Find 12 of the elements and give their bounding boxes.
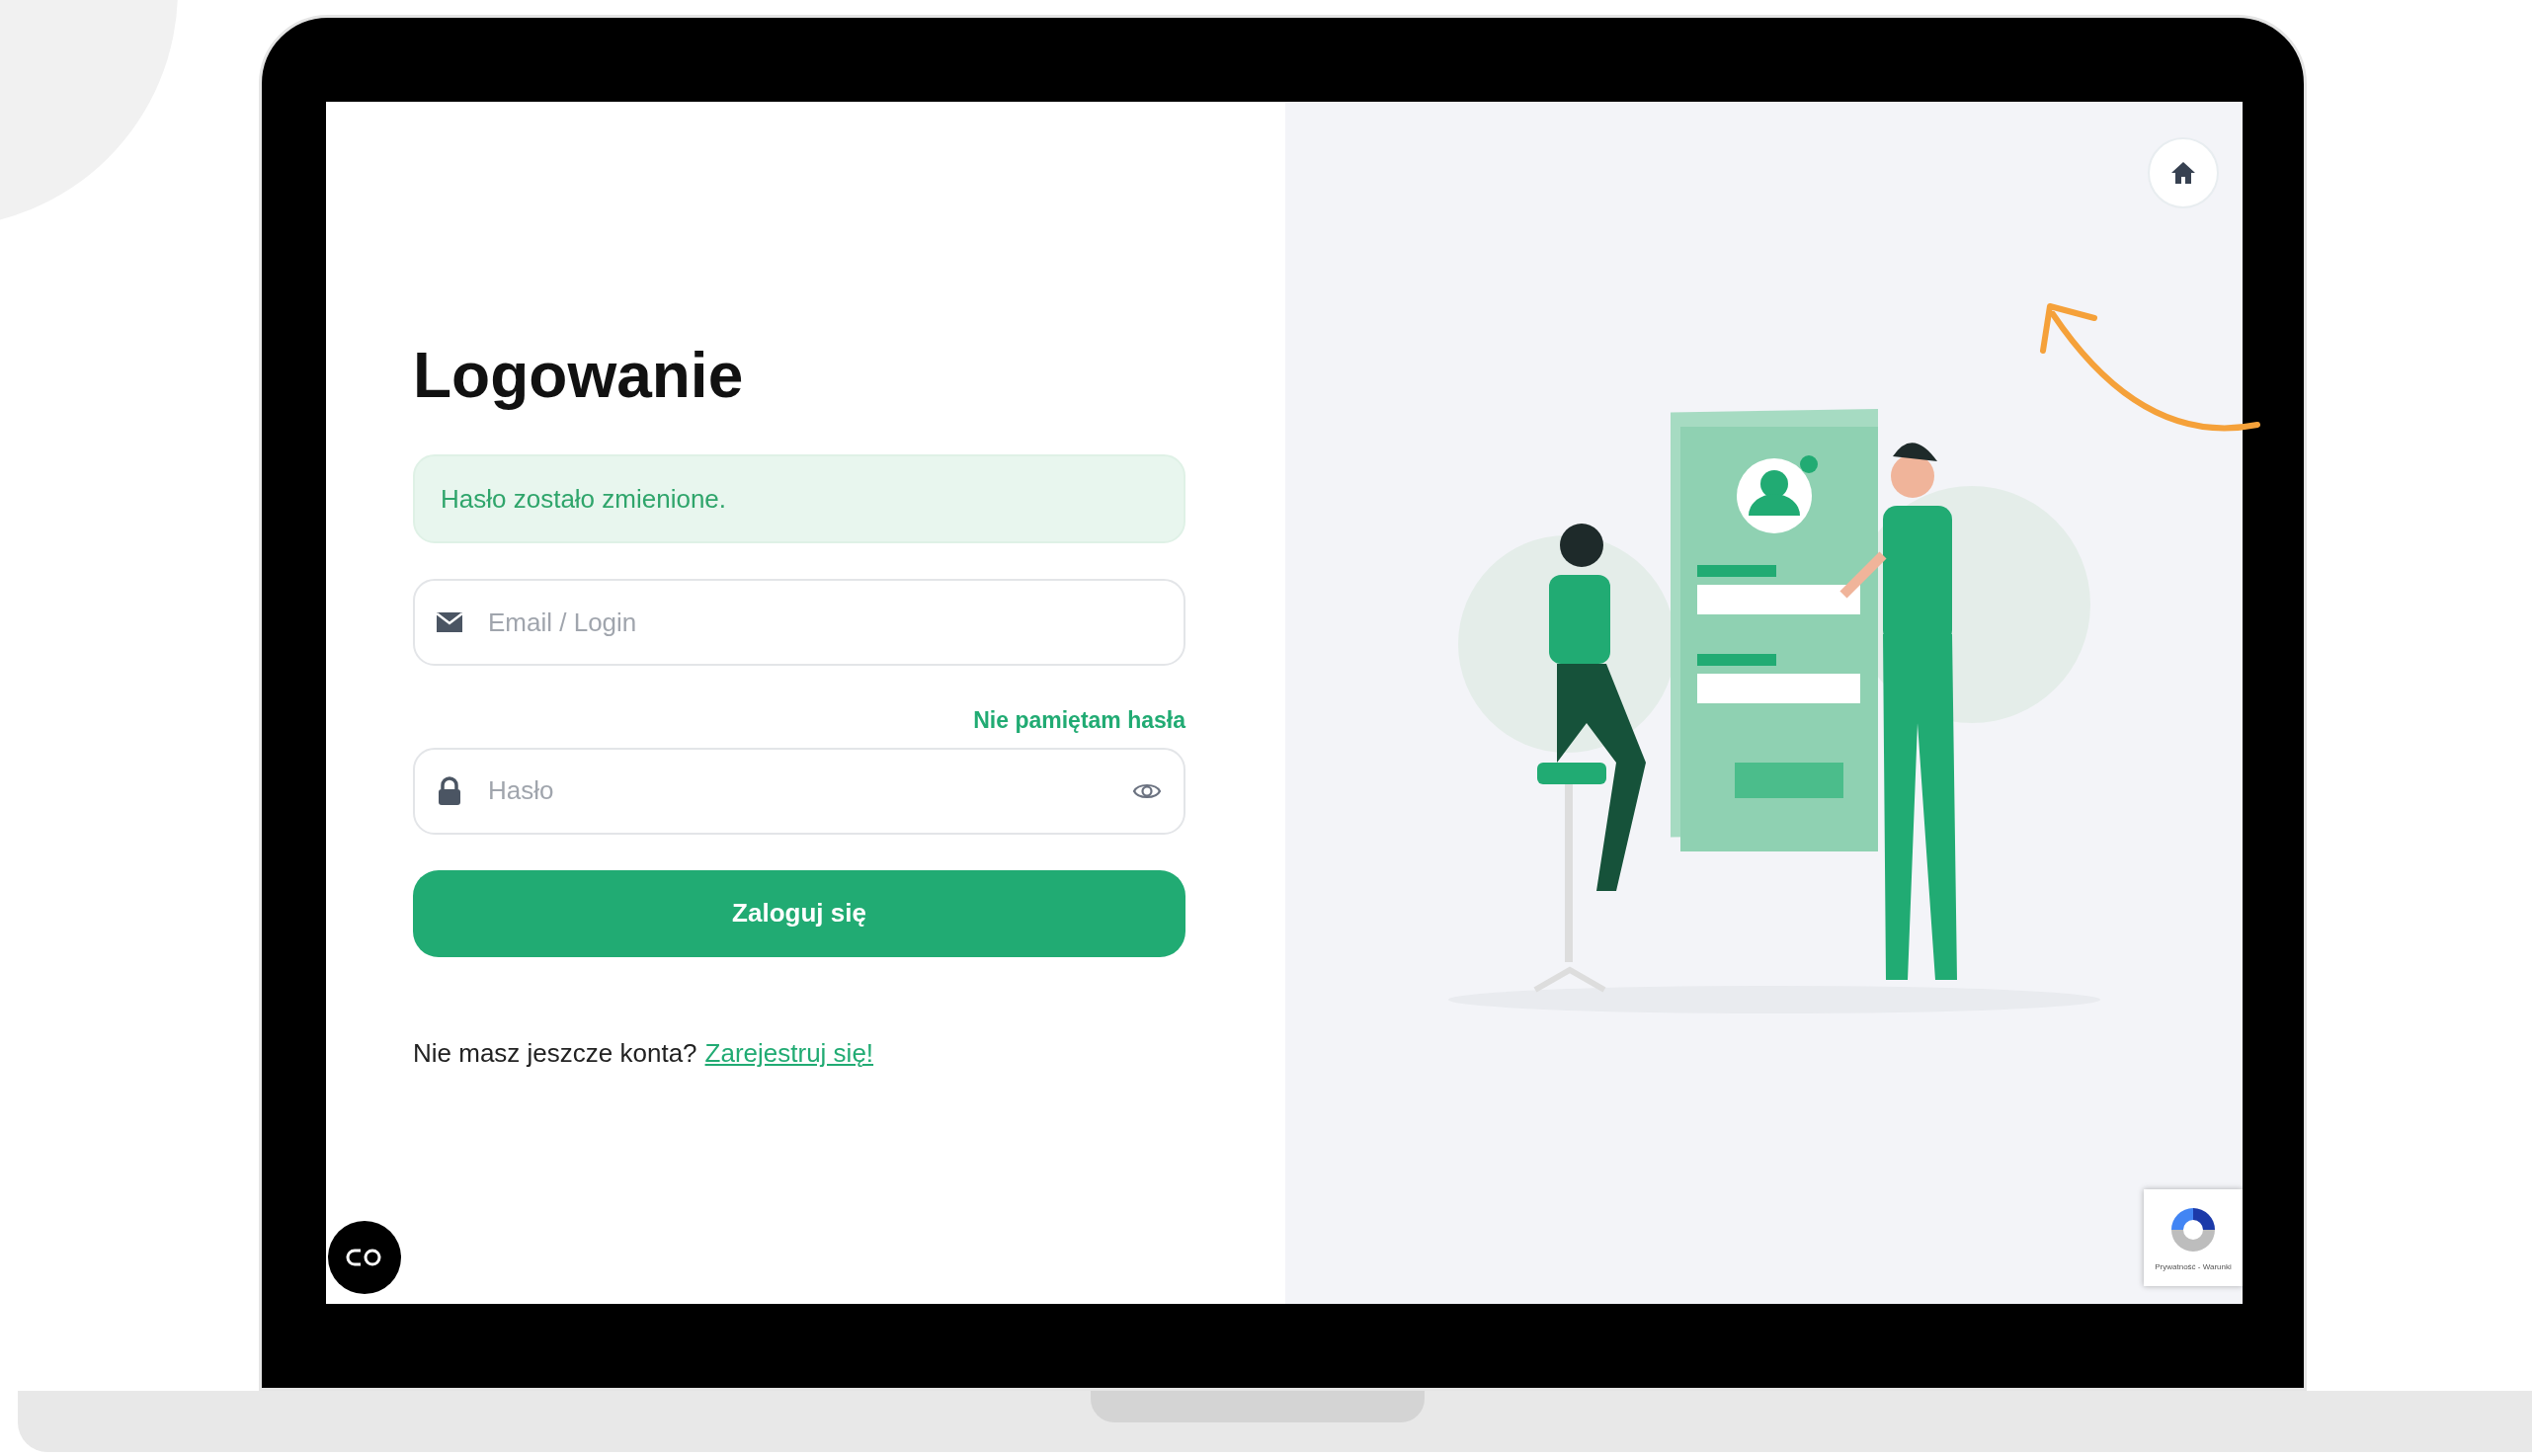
recaptcha-links[interactable]: Prywatność - Warunki	[2155, 1261, 2232, 1273]
envelope-icon	[435, 610, 464, 634]
login-button[interactable]: Zaloguj się	[413, 869, 1185, 957]
password-field[interactable]: Hasło	[413, 747, 1185, 835]
home-icon	[2170, 161, 2196, 185]
forgot-password-link[interactable]: Nie pamiętam hasła	[973, 703, 1185, 738]
signup-prompt: Nie masz jeszcze konta?	[413, 1036, 697, 1070]
success-alert: Hasło zostało zmienione.	[413, 454, 1185, 543]
signup-link[interactable]: Zarejestruj się!	[704, 1033, 874, 1073]
lock-icon	[437, 775, 462, 806]
email-field[interactable]: Email / Login	[413, 579, 1185, 666]
recaptcha-badge[interactable]: Prywatność - Warunki	[2144, 1189, 2243, 1286]
